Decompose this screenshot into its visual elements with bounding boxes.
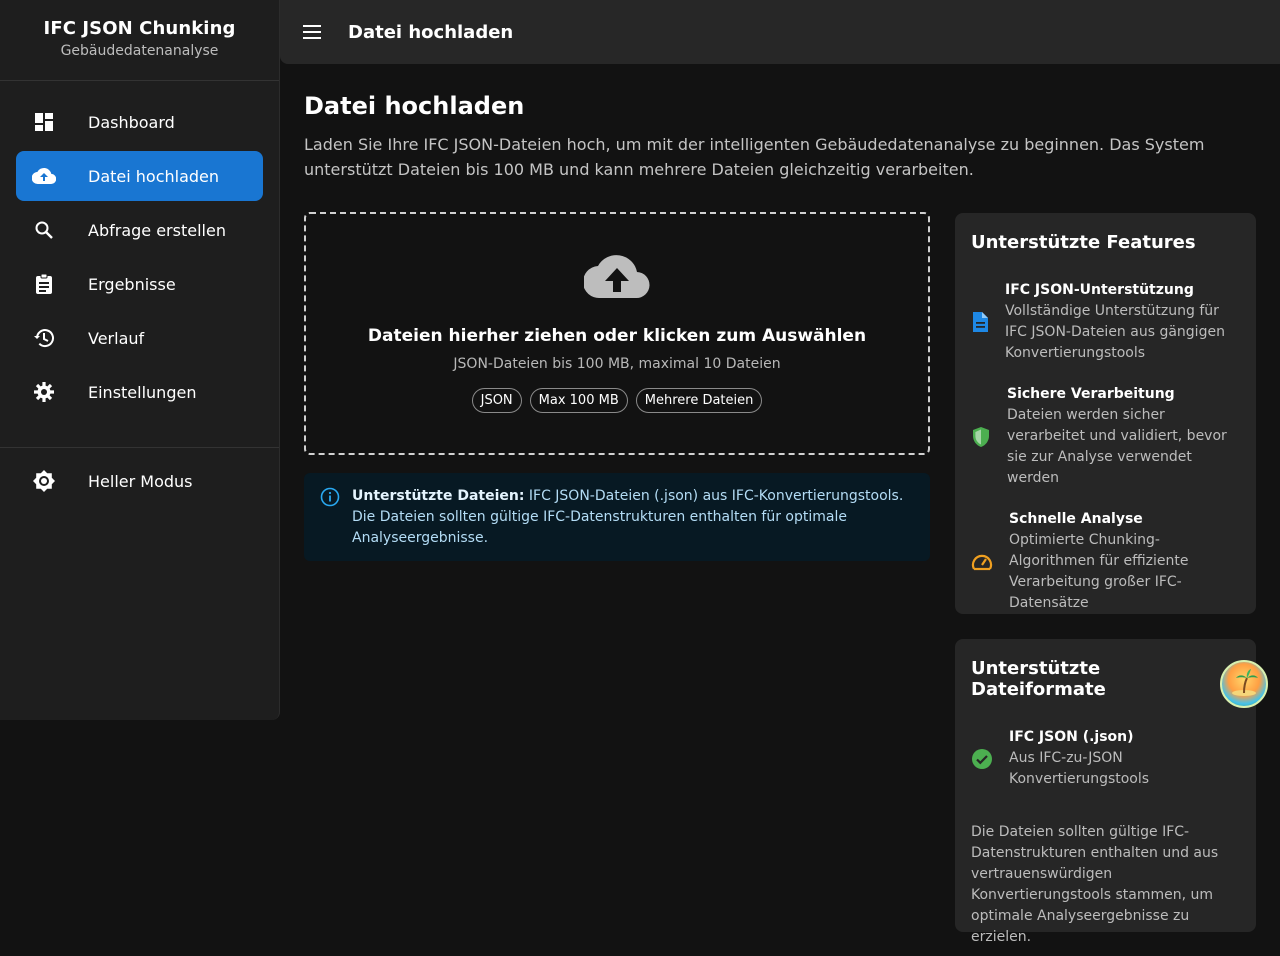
floating-palm-button[interactable] bbox=[1220, 660, 1268, 708]
brightness-icon bbox=[32, 469, 56, 493]
app-bar-title: Datei hochladen bbox=[348, 21, 514, 43]
feature-description: Dateien werden sicher verarbeitet und va… bbox=[1007, 407, 1227, 486]
feature-item: IFC JSON-Unterstützung Vollständige Unte… bbox=[971, 280, 1240, 364]
main-content: Datei hochladen Laden Sie Ihre IFC JSON-… bbox=[304, 64, 1256, 945]
palm-island-icon bbox=[1228, 666, 1260, 702]
sidebar-item-upload[interactable]: Datei hochladen bbox=[16, 151, 263, 201]
info-text: Unterstützte Dateien: IFC JSON-Dateien (… bbox=[352, 486, 914, 548]
search-icon bbox=[32, 218, 56, 242]
sidebar-item-results[interactable]: Ergebnisse bbox=[16, 259, 263, 309]
sidebar: IFC JSON Chunking Gebäudedatenanalyse Da… bbox=[0, 0, 280, 720]
features-card-title: Unterstützte Features bbox=[971, 232, 1196, 253]
cloud-upload-icon bbox=[306, 254, 928, 304]
formats-card-title: Unterstützte Dateiformate bbox=[971, 658, 1106, 700]
feature-item: Schnelle Analyse Optimierte Chunking-Alg… bbox=[971, 509, 1240, 614]
sidebar-item-label: Dashboard bbox=[88, 112, 175, 132]
shield-icon bbox=[971, 426, 991, 448]
feature-title: Sichere Verarbeitung bbox=[1007, 386, 1175, 402]
formats-note: Die Dateien sollten gültige IFC-Datenstr… bbox=[971, 824, 1219, 945]
sidebar-item-label: Datei hochladen bbox=[88, 166, 220, 186]
sidebar-item-label: Abfrage erstellen bbox=[88, 220, 226, 240]
clipboard-icon bbox=[32, 272, 56, 296]
file-dropzone[interactable]: Dateien hierher ziehen oder klicken zum … bbox=[304, 212, 930, 455]
chip-json: JSON bbox=[471, 388, 522, 413]
sidebar-item-dashboard[interactable]: Dashboard bbox=[16, 97, 263, 147]
app-bar: Datei hochladen bbox=[280, 0, 1280, 64]
theme-toggle-label: Heller Modus bbox=[88, 471, 193, 491]
feature-title: Schnelle Analyse bbox=[1009, 511, 1143, 527]
feature-description: Optimierte Chunking-Algorithmen für effi… bbox=[1009, 532, 1189, 611]
sidebar-item-history[interactable]: Verlauf bbox=[16, 313, 263, 363]
page-description: Laden Sie Ihre IFC JSON-Dateien hoch, um… bbox=[304, 135, 1205, 179]
chip-multiple-files: Mehrere Dateien bbox=[635, 388, 763, 413]
features-card: Unterstützte Features IFC JSON-Unterstüt… bbox=[955, 213, 1256, 614]
gear-icon bbox=[32, 380, 56, 404]
sidebar-item-label: Einstellungen bbox=[88, 382, 197, 402]
sidebar-item-settings[interactable]: Einstellungen bbox=[16, 367, 263, 417]
dropzone-title: Dateien hierher ziehen oder klicken zum … bbox=[367, 326, 867, 346]
feature-description: Vollständige Unterstützung für IFC JSON-… bbox=[1005, 303, 1225, 361]
document-icon bbox=[971, 311, 989, 333]
feature-item: Sichere Verarbeitung Dateien werden sich… bbox=[971, 384, 1240, 489]
dropzone-chips: JSON Max 100 MB Mehrere Dateien bbox=[306, 388, 928, 413]
brand-subtitle: Gebäudedatenanalyse bbox=[60, 43, 219, 59]
theme-toggle[interactable]: Heller Modus bbox=[16, 456, 263, 506]
sidebar-item-query[interactable]: Abfrage erstellen bbox=[16, 205, 263, 255]
chip-max-size: Max 100 MB bbox=[529, 388, 628, 413]
cloud-upload-icon bbox=[32, 164, 56, 188]
dropzone-subtitle: JSON-Dateien bis 100 MB, maximal 10 Date… bbox=[453, 356, 781, 372]
dashboard-icon bbox=[32, 110, 56, 134]
brand: IFC JSON Chunking Gebäudedatenanalyse bbox=[0, 0, 279, 81]
speed-icon bbox=[971, 553, 993, 571]
history-icon bbox=[32, 326, 56, 350]
sidebar-nav: Dashboard Datei hochladen Abfrage erstel… bbox=[0, 81, 279, 417]
format-item: IFC JSON (.json) Aus IFC-zu-JSON Konvert… bbox=[971, 727, 1240, 790]
sidebar-item-label: Verlauf bbox=[88, 328, 145, 348]
format-description: Aus IFC-zu-JSON Konvertierungstools bbox=[1009, 750, 1150, 787]
feature-title: IFC JSON-Unterstützung bbox=[1005, 282, 1194, 298]
format-title: IFC JSON (.json) bbox=[1009, 729, 1134, 745]
menu-icon[interactable] bbox=[300, 20, 324, 44]
info-icon bbox=[320, 486, 340, 548]
sidebar-item-label: Ergebnisse bbox=[88, 274, 176, 294]
brand-title: IFC JSON Chunking bbox=[43, 18, 236, 39]
info-alert: Unterstützte Dateien: IFC JSON-Dateien (… bbox=[304, 473, 930, 561]
formats-card: Unterstützte Dateiformate IFC JSON (.jso… bbox=[955, 639, 1256, 945]
page-title: Datei hochladen bbox=[304, 92, 525, 120]
check-circle-icon bbox=[971, 748, 993, 770]
info-bold: Unterstützte Dateien: bbox=[352, 488, 525, 504]
